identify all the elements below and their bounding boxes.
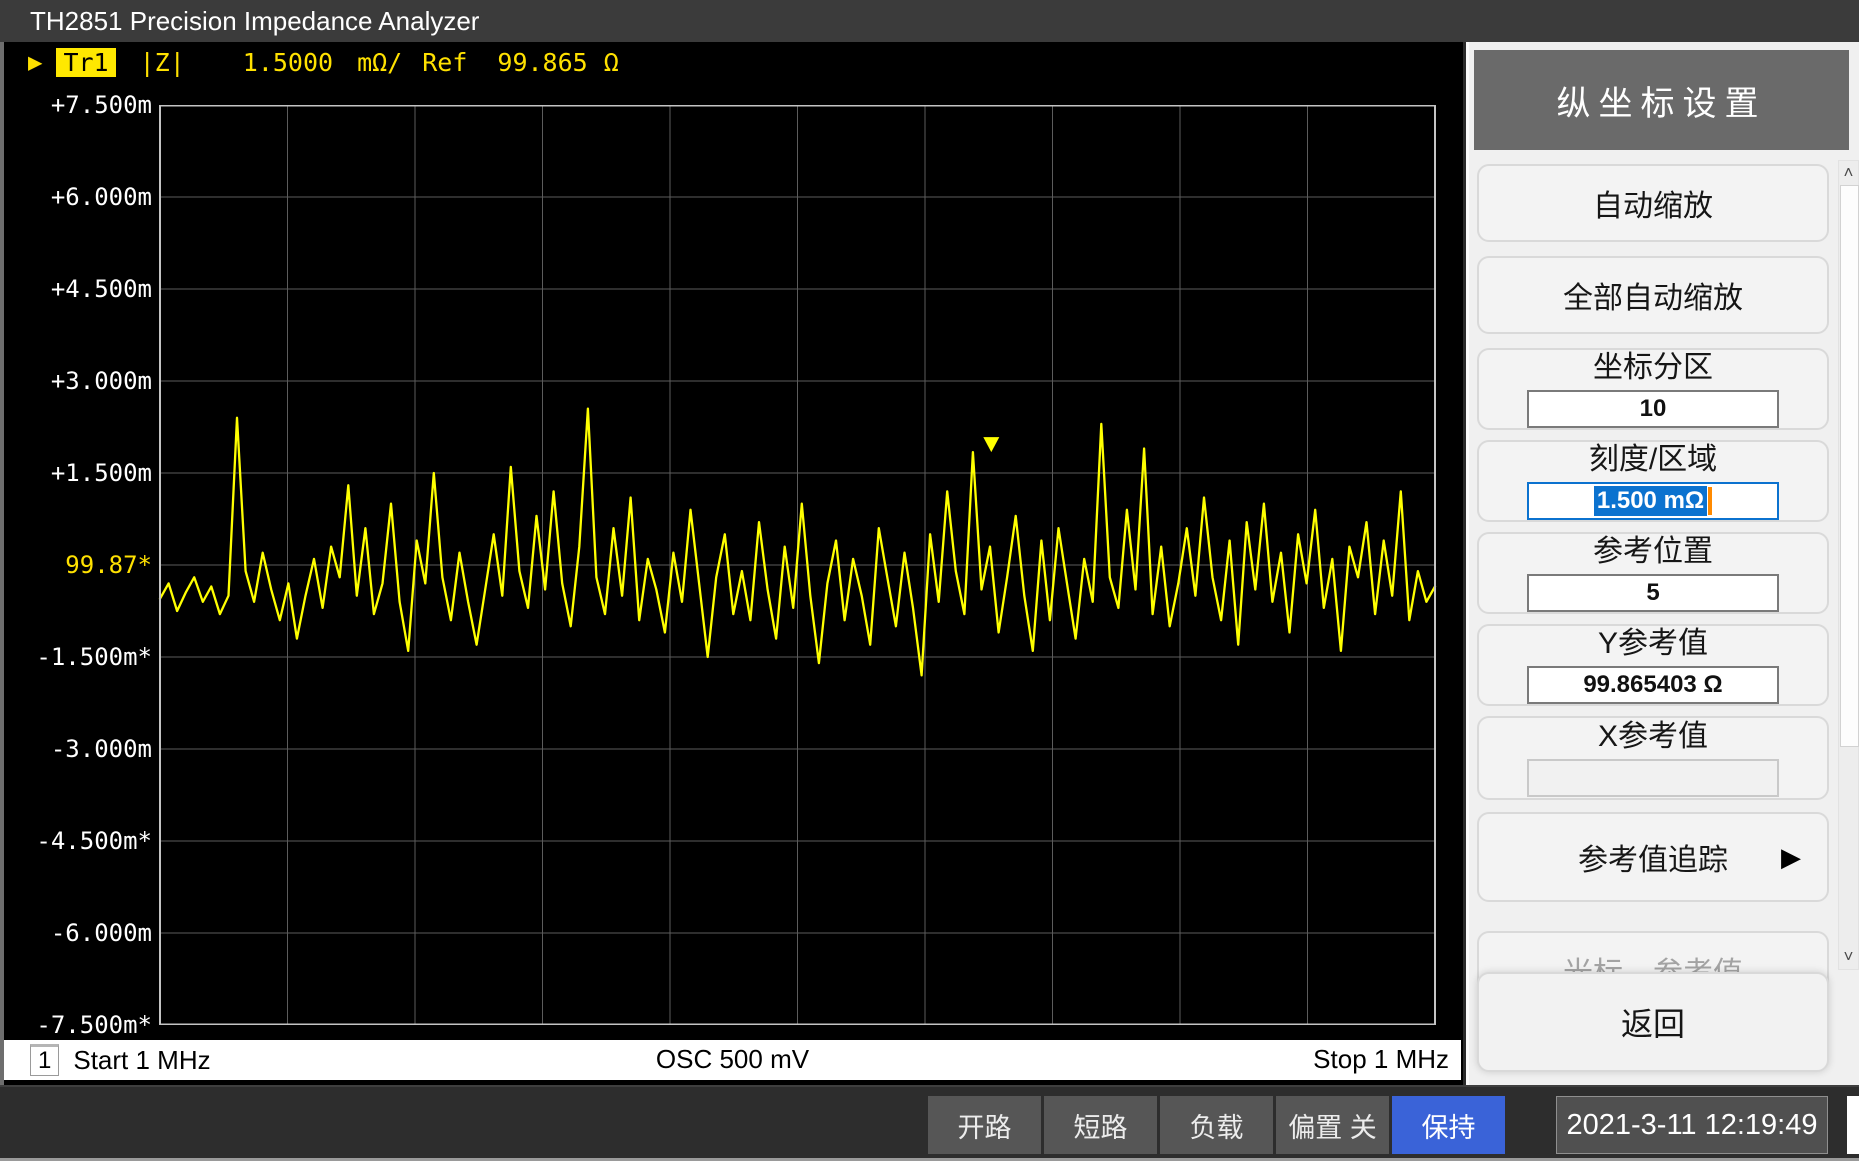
y-axis-tick: +6.000m	[4, 183, 152, 211]
y-axis-tick: +4.500m	[4, 275, 152, 303]
plot-area	[158, 105, 1437, 1025]
y-axis-tick: +1.500m	[4, 459, 152, 487]
trace-ref-value: 99.865	[497, 48, 587, 77]
divisions-group: 坐标分区 10	[1477, 348, 1829, 430]
auto-scale-all-button[interactable]: 全部自动缩放	[1477, 256, 1829, 334]
back-button[interactable]: 返回	[1477, 972, 1829, 1072]
ref-position-label: 参考位置	[1593, 534, 1713, 570]
panel-title: 纵坐标设置	[1474, 50, 1849, 150]
y-axis-tick: -4.500m*	[4, 827, 152, 855]
trace-ref-label: Ref	[422, 48, 467, 77]
y-axis-tick: +3.000m	[4, 367, 152, 395]
short-correction-button[interactable]: 短路	[1044, 1096, 1157, 1154]
scroll-up-icon[interactable]: ˄	[1839, 163, 1858, 183]
scale-per-div-group: 刻度/区域 1.500 mΩ	[1477, 440, 1829, 522]
y-axis-tick: -7.500m*	[4, 1011, 152, 1039]
y-ref-label: Y参考值	[1598, 626, 1708, 662]
trace-ref-unit: Ω	[604, 48, 619, 77]
bias-status-button[interactable]: 偏置 关	[1276, 1096, 1389, 1154]
ref-tracking-label: 参考值追踪	[1578, 835, 1728, 879]
sweep-stop-label: Stop 1 MHz	[1313, 1044, 1449, 1075]
y-axis-tick: +7.500m	[4, 91, 152, 119]
scale-per-div-label: 刻度/区域	[1589, 442, 1717, 478]
trace-scale-unit: mΩ/	[357, 48, 402, 77]
panel-scrollbar[interactable]: ˄ ˅	[1838, 160, 1859, 970]
y-ref-group: Y参考值 99.865403 Ω	[1477, 624, 1829, 706]
edge-handle[interactable]	[1847, 1096, 1859, 1154]
y-axis-tick: -3.000m	[4, 735, 152, 763]
y-axis-tick: -1.500m*	[4, 643, 152, 671]
trace-scale-value: 1.5000	[243, 48, 333, 77]
graph-region: ▶ Tr1 |Z| 1.5000 mΩ/ Ref 99.865 Ω +7.500…	[0, 42, 1463, 1085]
osc-level-label: OSC 500 mV	[4, 1044, 1461, 1075]
load-correction-button[interactable]: 负载	[1160, 1096, 1273, 1154]
text-caret	[1708, 487, 1712, 515]
divisions-input[interactable]: 10	[1527, 390, 1779, 428]
trace-name-badge[interactable]: Tr1	[56, 48, 115, 77]
x-ref-group: X参考值	[1477, 716, 1829, 800]
arrow-right-icon: ▶	[1781, 842, 1801, 873]
auto-scale-button[interactable]: 自动缩放	[1477, 164, 1829, 242]
trace-header: ▶ Tr1 |Z| 1.5000 mΩ/ Ref 99.865 Ω	[28, 46, 619, 78]
trace-marker-icon	[983, 437, 999, 452]
trace-parameter: |Z|	[140, 48, 185, 77]
hold-button[interactable]: 保持	[1392, 1096, 1505, 1154]
ref-position-input[interactable]: 5	[1527, 574, 1779, 612]
trace-pointer-icon: ▶	[28, 48, 42, 76]
selected-text: 1.500 mΩ	[1594, 486, 1707, 516]
window-title: TH2851 Precision Impedance Analyzer	[0, 0, 1859, 42]
scroll-down-icon[interactable]: ˅	[1839, 947, 1858, 967]
ref-tracking-button[interactable]: 参考值追踪 ▶	[1477, 812, 1829, 902]
sweep-info-bar: 1 Start 1 MHz OSC 500 mV Stop 1 MHz	[4, 1040, 1461, 1080]
status-bar: 开路 短路 负载 偏置 关 保持 2021-3-11 12:19:49	[0, 1085, 1859, 1161]
open-correction-button[interactable]: 开路	[928, 1096, 1041, 1154]
y-axis-settings-panel: 纵坐标设置 自动缩放 全部自动缩放 坐标分区 10 刻度/区域 1.500 mΩ…	[1466, 42, 1859, 1085]
divisions-label: 坐标分区	[1593, 350, 1713, 386]
scrollbar-thumb[interactable]	[1840, 185, 1859, 747]
x-ref-label: X参考值	[1598, 719, 1708, 755]
y-axis-ref-tick: 99.87*	[4, 551, 152, 579]
x-ref-input	[1527, 759, 1779, 797]
y-axis-tick: -6.000m	[4, 919, 152, 947]
scale-per-div-input[interactable]: 1.500 mΩ	[1527, 482, 1779, 520]
datetime-display: 2021-3-11 12:19:49	[1556, 1096, 1828, 1154]
y-ref-input[interactable]: 99.865403 Ω	[1527, 666, 1779, 704]
ref-position-group: 参考位置 5	[1477, 532, 1829, 614]
